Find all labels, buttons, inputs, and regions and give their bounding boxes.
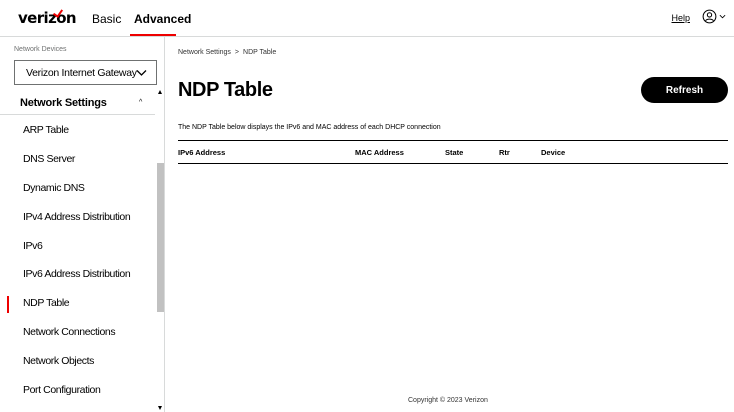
sidebar-item-label: IPv6 Address Distribution — [23, 268, 131, 280]
sidebar-item-ndp-table[interactable]: NDP Table — [0, 292, 155, 316]
account-circle-icon — [702, 9, 717, 24]
sidebar-section-title: Network Settings — [20, 97, 107, 109]
breadcrumb-separator: > — [234, 49, 240, 56]
account-menu-button[interactable] — [702, 9, 726, 24]
tab-advanced[interactable]: Advanced — [134, 12, 191, 26]
sidebar-item-label: Dynamic DNS — [23, 182, 85, 194]
network-devices-label: Network Devices — [14, 46, 67, 53]
caret-up-icon: ^ — [139, 99, 143, 106]
breadcrumb-parent[interactable]: Network Settings — [178, 49, 231, 56]
device-select[interactable]: Verizon Internet Gateway — [14, 60, 157, 85]
chevron-down-icon — [719, 14, 726, 19]
copyright-footer: Copyright © 2023 Verizon — [408, 397, 488, 404]
sidebar-item-ipv4-address-distribution[interactable]: IPv4 Address Distribution — [0, 206, 155, 230]
ndp-table: IPv6 Address MAC Address State Rtr Devic… — [178, 140, 728, 164]
sidebar-item-label: Network Objects — [23, 355, 95, 367]
column-header-device[interactable]: Device — [541, 148, 565, 157]
device-select-value: Verizon Internet Gateway — [26, 66, 137, 79]
sidebar-item-dns-server[interactable]: DNS Server — [0, 148, 155, 172]
verizon-logo[interactable]: verizon — [18, 9, 77, 27]
sidebar-item-label: IPv6 — [23, 240, 43, 252]
active-tab-indicator — [130, 34, 176, 36]
column-header-mac-address[interactable]: MAC Address — [355, 148, 404, 157]
top-header: verizon Basic Advanced Help — [0, 0, 734, 37]
scroll-up-arrow-icon[interactable] — [158, 90, 162, 94]
sidebar-section-network-settings[interactable]: Network Settings ^ — [0, 95, 155, 115]
sidebar-item-label: Port Configuration — [23, 384, 101, 396]
breadcrumb: Network Settings > NDP Table — [178, 49, 276, 56]
sidebar-item-label: IPv4 Address Distribution — [23, 211, 131, 223]
main-content: Network Settings > NDP Table NDP Table R… — [166, 37, 734, 412]
sidebar-item-label: Network Connections — [23, 326, 116, 338]
sidebar-item-label: ARP Table — [23, 124, 69, 136]
column-header-rtr[interactable]: Rtr — [499, 148, 510, 157]
page-title: NDP Table — [178, 79, 273, 101]
sidebar-item-network-connections[interactable]: Network Connections — [0, 321, 155, 345]
sidebar-item-arp-table[interactable]: ARP Table — [0, 119, 155, 143]
sidebar: Network Devices Verizon Internet Gateway… — [0, 37, 165, 412]
sidebar-scroll-thumb[interactable] — [157, 163, 164, 312]
sidebar-item-port-configuration[interactable]: Port Configuration — [0, 379, 155, 403]
sidebar-item-ipv6-address-distribution[interactable]: IPv6 Address Distribution — [0, 263, 155, 287]
sidebar-item-label: NDP Table — [23, 297, 70, 309]
chevron-down-icon — [136, 70, 147, 76]
table-header: IPv6 Address MAC Address State Rtr Devic… — [178, 140, 728, 164]
table-description: The NDP Table below displays the IPv6 an… — [178, 124, 441, 131]
sidebar-item-label: DNS Server — [23, 153, 76, 165]
column-header-state[interactable]: State — [445, 148, 463, 157]
tab-basic[interactable]: Basic — [92, 12, 121, 26]
sidebar-item-ipv6[interactable]: IPv6 — [0, 235, 155, 259]
sidebar-item-dynamic-dns[interactable]: Dynamic DNS — [0, 177, 155, 201]
sidebar-item-network-objects[interactable]: Network Objects — [0, 350, 155, 374]
refresh-button[interactable]: Refresh — [641, 77, 728, 103]
breadcrumb-current: NDP Table — [243, 49, 277, 56]
help-link[interactable]: Help — [671, 13, 690, 23]
scroll-down-arrow-icon[interactable] — [158, 406, 162, 410]
column-header-ipv6-address[interactable]: IPv6 Address — [178, 148, 225, 157]
